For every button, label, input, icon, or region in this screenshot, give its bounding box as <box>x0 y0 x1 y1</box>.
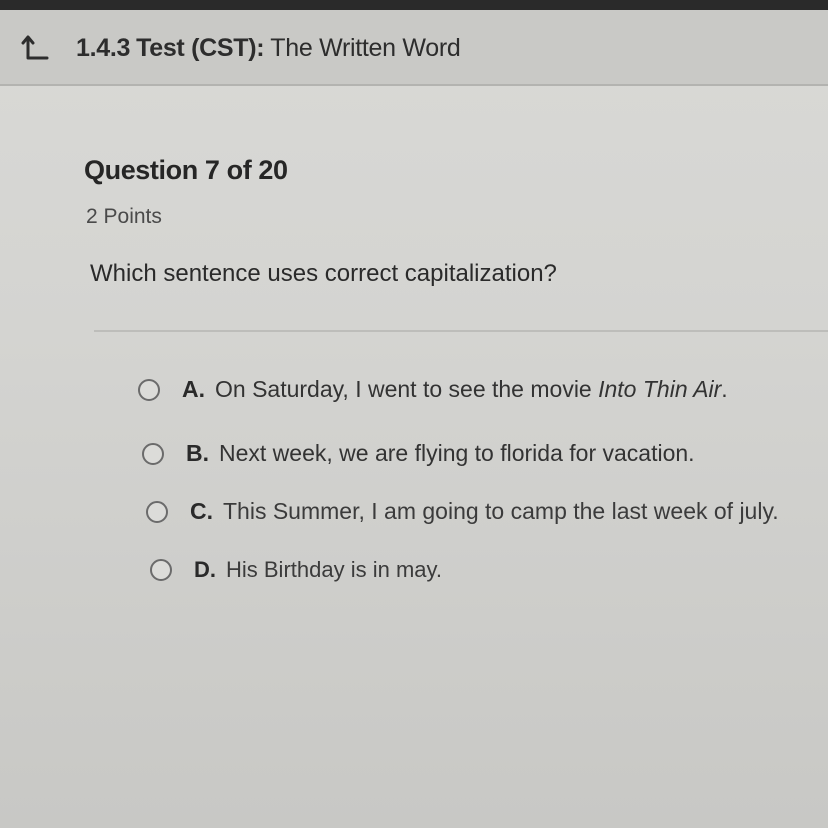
question-number: Question 7 of 20 <box>84 155 288 185</box>
header-bar: 1.4.3 Test (CST): The Written Word <box>0 10 828 86</box>
back-arrow-icon[interactable] <box>20 32 50 62</box>
option-letter: D. <box>194 557 216 582</box>
option-b[interactable]: B. Next week, we are flying to florida f… <box>142 440 695 467</box>
lesson-name: The Written Word <box>270 34 461 62</box>
lesson-type: Test (CST): <box>136 34 265 62</box>
radio-button-a[interactable] <box>138 378 160 401</box>
lesson-code: 1.4.3 <box>76 34 131 62</box>
option-text: On Saturday, I went to see the movie Int… <box>215 376 728 403</box>
option-text: This Summer, I am going to camp the last… <box>223 498 779 524</box>
radio-button-c[interactable] <box>146 500 168 523</box>
option-text: His Birthday is in may. <box>226 557 442 582</box>
radio-button-d[interactable] <box>150 559 172 581</box>
top-edge <box>0 0 828 10</box>
movie-title: Into Thin Air <box>598 376 722 402</box>
question-prompt: Which sentence uses correct capitalizati… <box>90 260 557 287</box>
option-a[interactable]: A. On Saturday, I went to see the movie … <box>138 376 728 403</box>
option-a-text: On Saturday, I went to see the movie <box>215 376 599 402</box>
test-screen: 1.4.3 Test (CST): The Written Word Questio… <box>0 0 828 828</box>
option-letter: A. <box>182 376 205 402</box>
divider <box>94 330 828 332</box>
option-letter: B. <box>186 440 209 466</box>
option-c[interactable]: C. This Summer, I am going to camp the l… <box>146 498 779 525</box>
points-label: 2 Points <box>86 205 162 228</box>
option-text: Next week, we are flying to florida for … <box>219 440 695 466</box>
lesson-title: 1.4.3 Test (CST): The Written Word <box>76 34 461 63</box>
option-d[interactable]: D. His Birthday is in may. <box>150 557 442 583</box>
option-letter: C. <box>190 498 213 524</box>
option-a-suffix: . <box>721 376 728 402</box>
radio-button-b[interactable] <box>142 442 164 465</box>
